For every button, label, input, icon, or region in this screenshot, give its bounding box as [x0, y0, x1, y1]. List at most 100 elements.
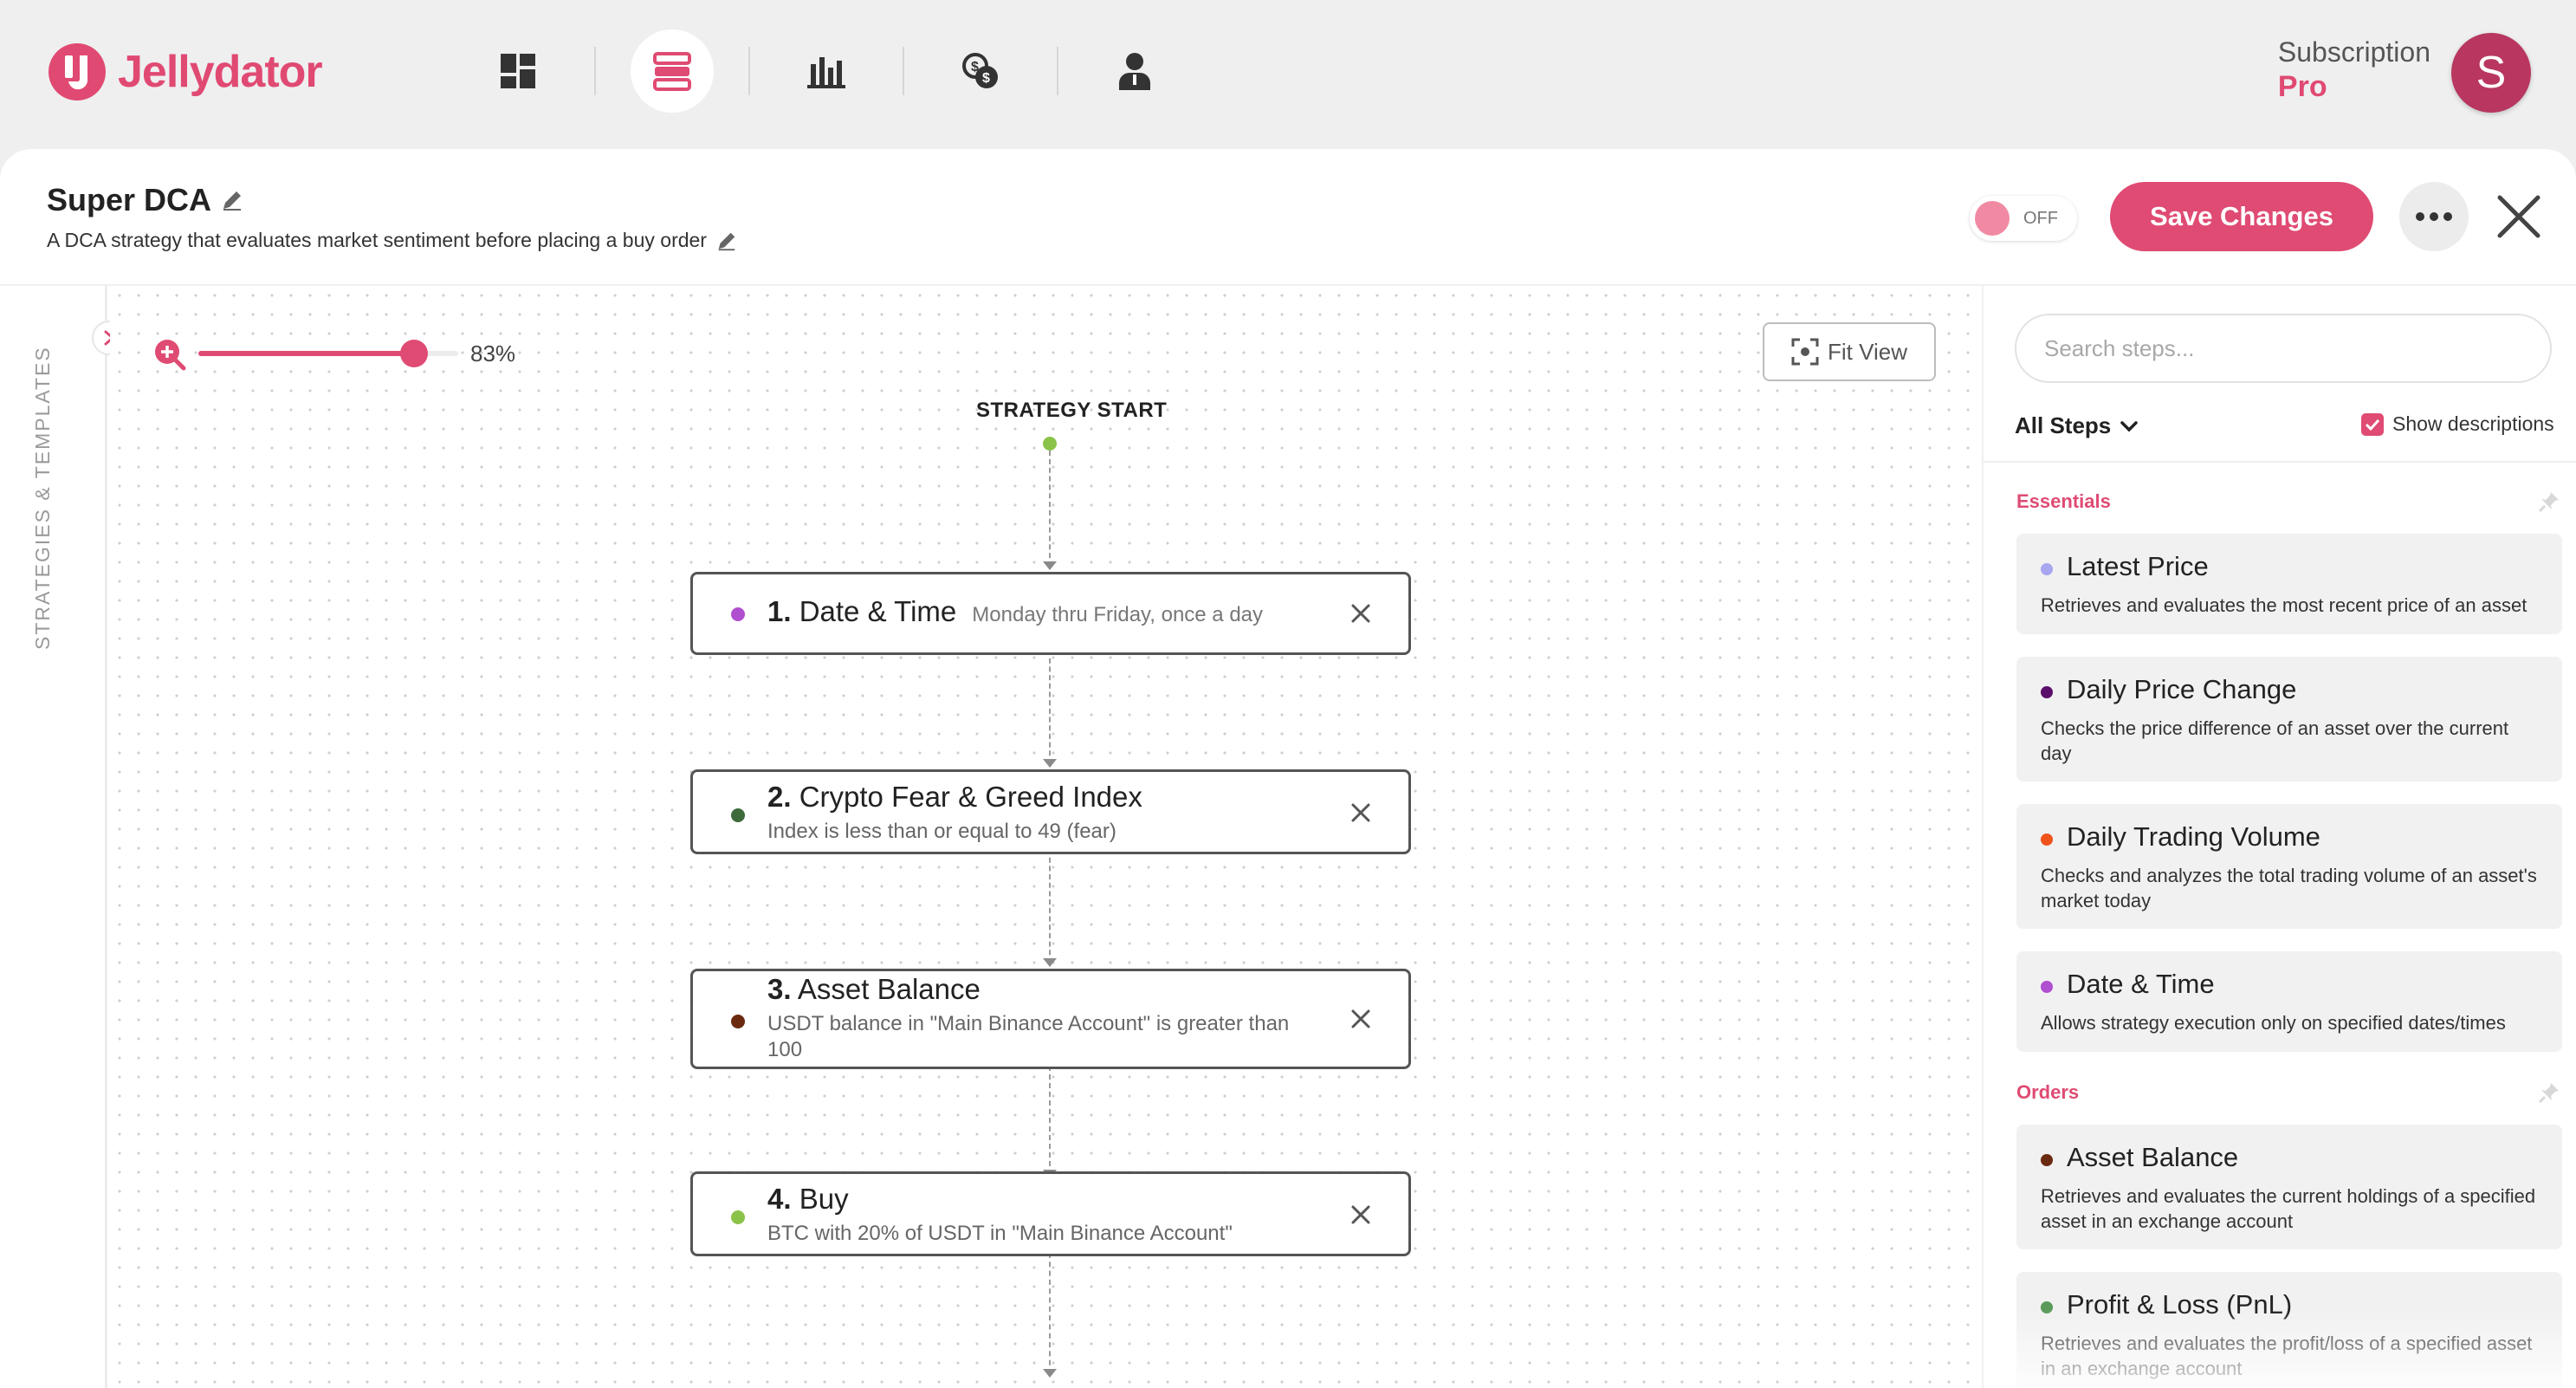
flow-connector	[1049, 1066, 1051, 1175]
edit-title-icon[interactable]	[220, 188, 244, 212]
subscription-info[interactable]: Subscription Pro	[2278, 36, 2430, 104]
nav-separator	[748, 47, 750, 95]
nav-separator	[1057, 47, 1058, 95]
step-color-dot	[731, 808, 745, 822]
chevron-down-icon	[2120, 420, 2138, 431]
step-inline-desc: Monday thru Friday, once a day	[972, 603, 1264, 626]
remove-step-icon[interactable]	[1348, 1006, 1374, 1032]
save-changes-button[interactable]: Save Changes	[2110, 182, 2373, 251]
item-title: Asset Balance	[2067, 1142, 2239, 1172]
step-title: 4. Buy	[767, 1183, 849, 1215]
nav-strategy-builder[interactable]	[631, 29, 714, 113]
item-color-dot	[2041, 686, 2053, 698]
steps-panel: All Steps Show descriptions Essentials L…	[1982, 286, 2576, 1388]
app-name: Jellydator	[118, 47, 323, 97]
step-title: 2. Crypto Fear & Greed Index	[767, 781, 1142, 813]
item-description: Allows strategy execution only on specif…	[2041, 1012, 2506, 1034]
strategy-enabled-toggle[interactable]: OFF	[1970, 196, 2077, 241]
item-title: Daily Price Change	[2067, 674, 2297, 704]
exchange-icon: $ $	[962, 53, 998, 88]
filter-label: All Steps	[2015, 412, 2112, 438]
more-options-button[interactable]	[2399, 182, 2469, 251]
remove-step-icon[interactable]	[1348, 600, 1374, 626]
remove-step-icon[interactable]	[1348, 800, 1374, 826]
strategy-builder-icon	[653, 52, 691, 91]
flow-arrow	[1043, 561, 1057, 570]
flow-step-2[interactable]: 2. Crypto Fear & Greed Index Index is le…	[690, 769, 1411, 854]
toggle-label: OFF	[2023, 208, 2058, 228]
flow-connector	[1049, 451, 1051, 567]
strategy-start-handle[interactable]	[1043, 437, 1057, 451]
step-item-daily-price-change[interactable]: Daily Price Change Checks the price diff…	[2016, 657, 2562, 782]
section-orders: Orders	[2016, 1081, 2080, 1103]
search-steps-input[interactable]	[2015, 314, 2552, 383]
subscription-label: Subscription	[2277, 36, 2430, 68]
fit-view-label: Fit View	[1828, 338, 1907, 365]
step-color-dot	[731, 607, 745, 621]
flow-arrow	[1043, 958, 1057, 967]
subscription-plan: Pro	[2277, 70, 2327, 103]
pin-icon[interactable]	[2538, 1081, 2560, 1104]
item-color-dot	[2041, 563, 2053, 575]
toggle-knob	[1975, 201, 2010, 236]
item-title: Daily Trading Volume	[2067, 821, 2320, 852]
flow-step-4[interactable]: 4. Buy BTC with 20% of USDT in "Main Bin…	[690, 1171, 1411, 1256]
remove-step-icon[interactable]	[1348, 1202, 1374, 1228]
item-description: Retrieves and evaluates the current hold…	[2041, 1185, 2536, 1232]
strategy-description-row: A DCA strategy that evaluates market sen…	[47, 229, 738, 252]
item-color-dot	[2041, 981, 2053, 993]
editor-header: Super DCA A DCA strategy that evaluates …	[0, 149, 2576, 286]
steps-filter-dropdown[interactable]: All Steps	[2015, 412, 2139, 439]
zoom-slider-fill	[198, 351, 414, 356]
item-description: Retrieves and evaluates the most recent …	[2041, 594, 2527, 616]
strategy-editor: Super DCA A DCA strategy that evaluates …	[0, 149, 2576, 1388]
more-dots-icon	[2416, 212, 2452, 221]
nav-exchanges[interactable]: $ $	[939, 29, 1022, 113]
step-item-latest-price[interactable]: Latest Price Retrieves and evaluates the…	[2016, 534, 2562, 634]
step-item-asset-balance[interactable]: Asset Balance Retrieves and evaluates th…	[2016, 1125, 2562, 1249]
zoom-in-icon[interactable]	[152, 336, 186, 371]
item-color-dot	[2041, 1301, 2053, 1313]
flow-connector	[1049, 849, 1051, 963]
strategy-title[interactable]: Super DCA	[47, 182, 211, 218]
flow-arrow	[1043, 1369, 1057, 1378]
nav-account[interactable]	[1093, 29, 1176, 113]
step-item-profit-loss[interactable]: Profit & Loss (PnL) Retrieves and evalua…	[2016, 1272, 2562, 1388]
nav-dashboard[interactable]	[476, 29, 560, 113]
strategy-description[interactable]: A DCA strategy that evaluates market sen…	[47, 229, 707, 252]
item-description: Checks and analyzes the total trading vo…	[2041, 865, 2537, 911]
svg-text:$: $	[982, 71, 990, 86]
zoom-slider-handle[interactable]	[400, 340, 428, 367]
step-description: BTC with 20% of USDT in "Main Binance Ac…	[767, 1222, 1233, 1245]
logo[interactable]: Jellydator	[49, 43, 323, 101]
pin-icon[interactable]	[2538, 490, 2560, 513]
show-descriptions-label: Show descriptions	[2392, 412, 2554, 435]
nav-analytics[interactable]	[785, 29, 868, 113]
step-title: 1. Date & Time Monday thru Friday, once a…	[767, 595, 1264, 627]
zoom-slider[interactable]	[198, 340, 458, 367]
item-color-dot	[2041, 833, 2053, 846]
nav-separator	[594, 47, 596, 95]
zoom-control: 83%	[152, 336, 515, 371]
panel-divider	[1984, 461, 2576, 463]
strategy-title-row: Super DCA	[47, 182, 244, 218]
top-bar: Jellydator $ $ Subscription Pro S	[0, 0, 2576, 149]
flow-canvas[interactable]: 83% Fit View STRATEGY START 1. Date & Ti…	[110, 286, 1981, 1388]
flow-step-3[interactable]: 3. Asset Balance USDT balance in "Main B…	[690, 969, 1411, 1069]
fit-view-button[interactable]: Fit View	[1763, 322, 1936, 381]
show-descriptions-checkbox[interactable]: Show descriptions	[2361, 412, 2554, 436]
edit-description-icon[interactable]	[715, 230, 738, 252]
flow-step-1[interactable]: 1. Date & Time Monday thru Friday, once a…	[690, 572, 1411, 655]
step-color-dot	[731, 1210, 745, 1224]
close-icon	[2497, 195, 2540, 238]
zoom-value: 83%	[470, 340, 516, 366]
step-item-daily-trading-volume[interactable]: Daily Trading Volume Checks and analyzes…	[2016, 804, 2562, 929]
item-title: Profit & Loss (PnL)	[2067, 1289, 2293, 1320]
step-description: USDT balance in "Main Binance Account" i…	[767, 1012, 1290, 1061]
templates-rail[interactable]: STRATEGIES & TEMPLATES	[0, 286, 126, 1388]
item-title: Date & Time	[2067, 969, 2215, 999]
close-button[interactable]	[2489, 187, 2548, 246]
item-title: Latest Price	[2067, 551, 2209, 581]
step-item-date-time[interactable]: Date & Time Allows strategy execution on…	[2016, 951, 2562, 1052]
avatar[interactable]: S	[2451, 33, 2531, 113]
